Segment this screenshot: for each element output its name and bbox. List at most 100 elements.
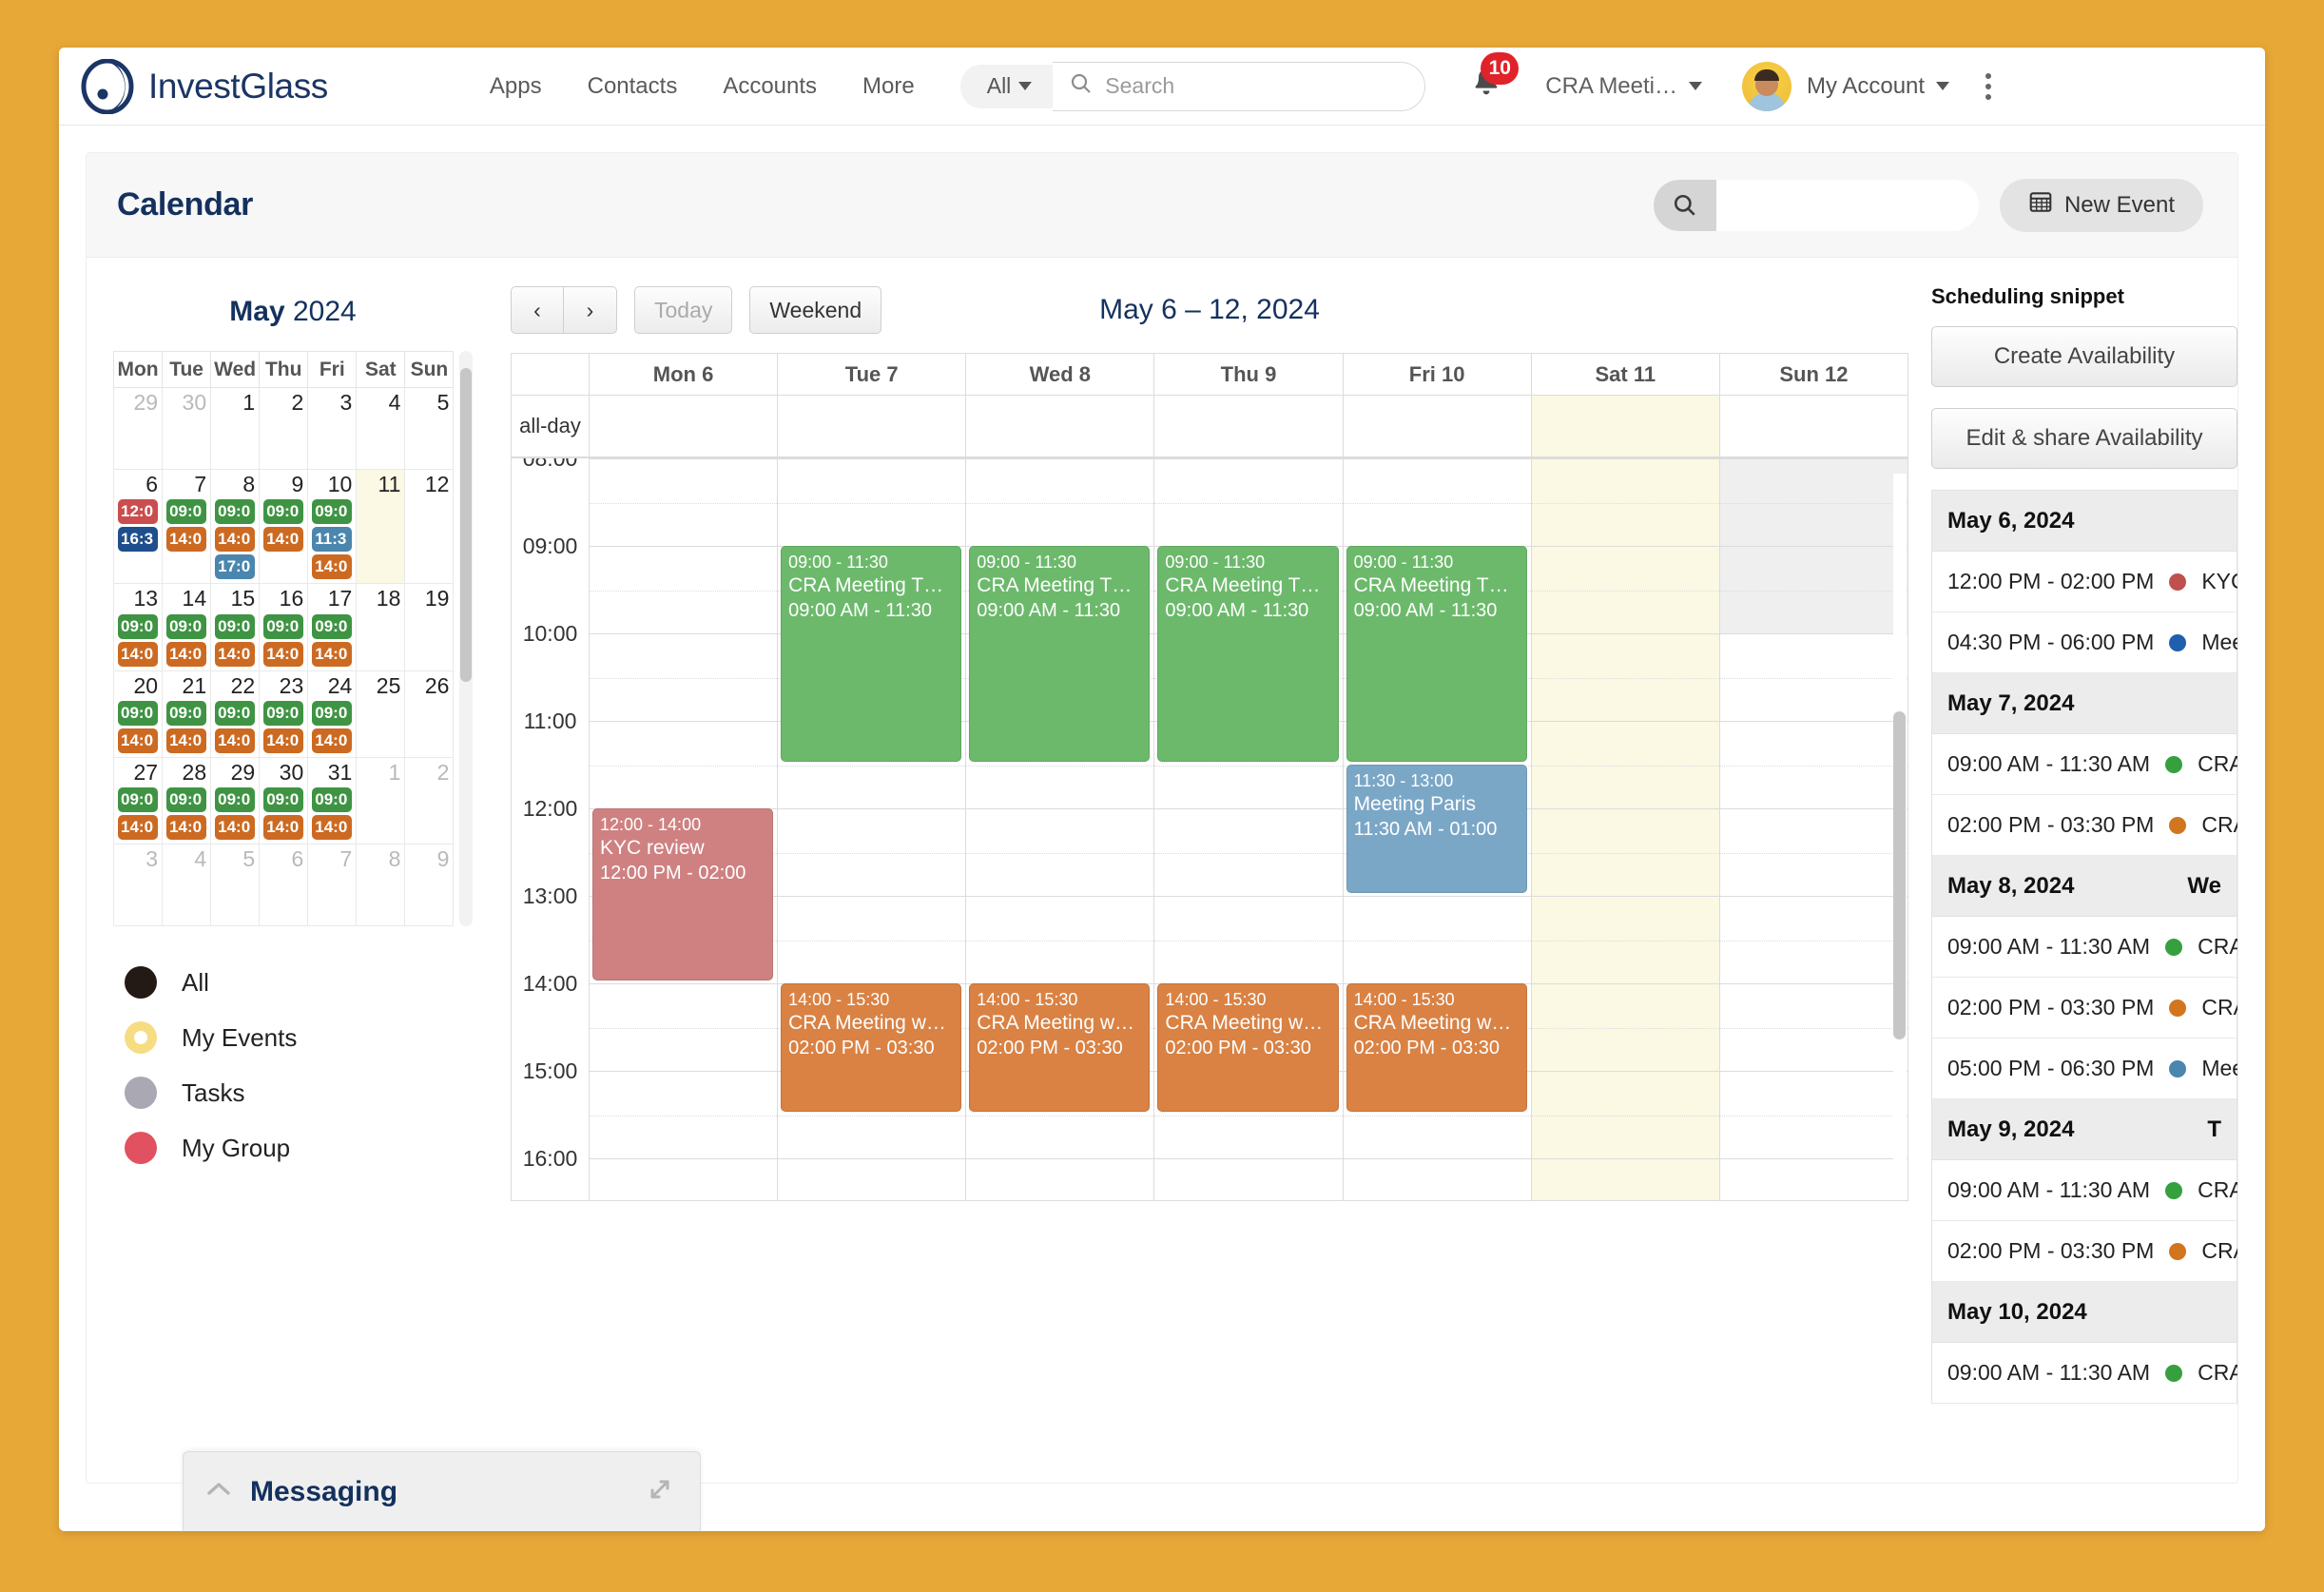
time-slot-cell[interactable] xyxy=(1344,896,1532,983)
time-slot-cell[interactable] xyxy=(778,896,966,983)
mini-calendar-event-chip[interactable]: 14:0 xyxy=(263,642,303,667)
calendar-event[interactable]: 09:00 - 11:30CRA Meeting T…09:00 AM - 11… xyxy=(969,546,1150,762)
mini-calendar-day-cell[interactable]: 1009:011:314:0 xyxy=(308,470,357,584)
time-slot-cell[interactable] xyxy=(590,983,778,1071)
mini-calendar-day-cell[interactable]: 3009:014:0 xyxy=(260,757,308,844)
mini-calendar-event-chip[interactable]: 17:0 xyxy=(215,554,255,579)
week-day-header-sun-12[interactable]: Sun 12 xyxy=(1720,354,1908,396)
mini-calendar-event-chip[interactable]: 09:0 xyxy=(263,701,303,726)
mini-calendar-day-cell[interactable]: 12 xyxy=(405,470,454,584)
scheduling-event-row[interactable]: 05:00 PM - 06:30 PMMeeting xyxy=(1932,1039,2237,1099)
mini-calendar-scrollbar[interactable] xyxy=(459,351,473,926)
time-slot-cell[interactable] xyxy=(966,458,1154,546)
search-scope-dropdown[interactable]: All xyxy=(960,65,1054,108)
calendar-event[interactable]: 11:30 - 13:00Meeting Paris11:30 AM - 01:… xyxy=(1346,765,1527,893)
mini-calendar-day-cell[interactable]: 1 xyxy=(357,757,405,844)
brand-logo-area[interactable]: InvestGlass xyxy=(80,59,328,114)
calendar-event[interactable]: 09:00 - 11:30CRA Meeting T…09:00 AM - 11… xyxy=(1157,546,1338,762)
mini-calendar-event-chip[interactable]: 14:0 xyxy=(166,728,206,753)
calendar-event[interactable]: 14:00 - 15:30CRA Meeting w…02:00 PM - 03… xyxy=(1346,983,1527,1112)
time-slot-cell[interactable] xyxy=(1344,458,1532,546)
avatar[interactable] xyxy=(1742,62,1791,111)
mini-calendar-day-cell[interactable]: 909:014:0 xyxy=(260,470,308,584)
all-day-cell[interactable] xyxy=(1720,396,1908,456)
scheduling-event-row[interactable]: 02:00 PM - 03:30 PMCRA Me xyxy=(1932,1221,2237,1282)
mini-calendar-event-chip[interactable]: 14:0 xyxy=(312,728,352,753)
mini-calendar-day-cell[interactable]: 6 xyxy=(260,845,308,926)
nav-link-accounts[interactable]: Accounts xyxy=(723,73,817,100)
week-day-header-thu-9[interactable]: Thu 9 xyxy=(1154,354,1343,396)
mini-calendar-event-chip[interactable]: 09:0 xyxy=(263,614,303,639)
mini-calendar-event-chip[interactable]: 14:0 xyxy=(263,527,303,552)
mini-calendar-day-cell[interactable]: 2309:014:0 xyxy=(260,670,308,757)
scheduling-event-row[interactable]: 04:30 PM - 06:00 PMMeeting xyxy=(1932,612,2237,673)
time-slot-cell[interactable] xyxy=(1720,896,1908,983)
messaging-dock[interactable]: Messaging xyxy=(183,1451,701,1531)
kebab-menu-icon[interactable] xyxy=(1985,73,1991,100)
mini-calendar-event-chip[interactable]: 14:0 xyxy=(215,527,255,552)
my-account-dropdown[interactable]: My Account xyxy=(1807,73,1949,100)
calendar-event[interactable]: 09:00 - 11:30CRA Meeting T…09:00 AM - 11… xyxy=(781,546,961,762)
mini-calendar-event-chip[interactable]: 09:0 xyxy=(166,499,206,524)
time-slot-cell[interactable] xyxy=(1720,721,1908,808)
mini-calendar-scroll-thumb[interactable] xyxy=(460,368,472,682)
all-day-cell[interactable] xyxy=(966,396,1154,456)
mini-calendar-day-cell[interactable]: 1 xyxy=(211,388,260,470)
nav-link-apps[interactable]: Apps xyxy=(490,73,542,100)
mini-calendar-event-chip[interactable]: 14:0 xyxy=(215,815,255,840)
new-event-button[interactable]: New Event xyxy=(2000,179,2203,232)
time-slot-cell[interactable] xyxy=(1154,896,1343,983)
time-slot-cell[interactable] xyxy=(590,546,778,633)
mini-calendar-event-chip[interactable]: 09:0 xyxy=(215,614,255,639)
mini-calendar-day-cell[interactable]: 612:016:3 xyxy=(114,470,163,584)
time-slot-cell[interactable] xyxy=(1532,633,1720,721)
mini-calendar-event-chip[interactable]: 09:0 xyxy=(118,701,158,726)
time-slot-cell[interactable] xyxy=(1720,633,1908,721)
mini-calendar-event-chip[interactable]: 14:0 xyxy=(118,728,158,753)
create-availability-button[interactable]: Create Availability xyxy=(1931,326,2237,387)
nav-link-contacts[interactable]: Contacts xyxy=(588,73,678,100)
all-day-cell[interactable] xyxy=(1532,396,1720,456)
time-slot-cell[interactable] xyxy=(778,1158,966,1200)
next-week-button[interactable]: › xyxy=(564,286,617,334)
mini-calendar-event-chip[interactable]: 14:0 xyxy=(166,815,206,840)
scheduling-event-row[interactable]: 12:00 PM - 02:00 PMKYC revi xyxy=(1932,552,2237,612)
mini-calendar-day-cell[interactable]: 1409:014:0 xyxy=(163,584,211,670)
time-slot-cell[interactable] xyxy=(1154,458,1343,546)
chevron-up-icon[interactable] xyxy=(204,1480,233,1504)
week-day-header-sat-11[interactable]: Sat 11 xyxy=(1532,354,1720,396)
time-slot-cell[interactable] xyxy=(778,458,966,546)
week-day-header-fri-10[interactable]: Fri 10 xyxy=(1344,354,1532,396)
scheduling-event-row[interactable]: 02:00 PM - 03:30 PMCRA Me xyxy=(1932,795,2237,856)
week-day-header-wed-8[interactable]: Wed 8 xyxy=(966,354,1154,396)
legend-item-my-events[interactable]: My Events xyxy=(125,1021,473,1054)
calendar-event[interactable]: 14:00 - 15:30CRA Meeting w…02:00 PM - 03… xyxy=(969,983,1150,1112)
time-slot-cell[interactable] xyxy=(1532,546,1720,633)
mini-calendar-event-chip[interactable]: 14:0 xyxy=(263,728,303,753)
mini-calendar-event-chip[interactable]: 12:0 xyxy=(118,499,158,524)
mini-calendar-day-cell[interactable]: 25 xyxy=(357,670,405,757)
time-slot-cell[interactable] xyxy=(1720,808,1908,896)
time-slot-cell[interactable] xyxy=(1720,458,1908,546)
mini-calendar-event-chip[interactable]: 14:0 xyxy=(166,642,206,667)
calendar-search-input[interactable] xyxy=(1716,180,1979,231)
mini-calendar-event-chip[interactable]: 14:0 xyxy=(215,728,255,753)
mini-calendar-event-chip[interactable]: 14:0 xyxy=(166,527,206,552)
time-slot-cell[interactable] xyxy=(590,721,778,808)
mini-calendar-event-chip[interactable]: 09:0 xyxy=(263,787,303,812)
time-slot-cell[interactable] xyxy=(1532,721,1720,808)
time-slot-cell[interactable] xyxy=(590,633,778,721)
mini-calendar-event-chip[interactable]: 09:0 xyxy=(312,787,352,812)
mini-calendar-day-cell[interactable]: 5 xyxy=(211,845,260,926)
legend-item-tasks[interactable]: Tasks xyxy=(125,1077,473,1109)
mini-calendar-day-cell[interactable]: 30 xyxy=(163,388,211,470)
time-slot-cell[interactable] xyxy=(1720,1071,1908,1158)
time-slot-cell[interactable] xyxy=(1532,808,1720,896)
all-day-cell[interactable] xyxy=(778,396,966,456)
calendar-event[interactable]: 09:00 - 11:30CRA Meeting T…09:00 AM - 11… xyxy=(1346,546,1527,762)
mini-calendar-day-cell[interactable]: 2409:014:0 xyxy=(308,670,357,757)
scheduling-event-row[interactable]: 09:00 AM - 11:30 AMCRA Me xyxy=(1932,734,2237,795)
mini-calendar-event-chip[interactable]: 16:3 xyxy=(118,527,158,552)
mini-calendar-day-cell[interactable]: 809:014:017:0 xyxy=(211,470,260,584)
calendar-event[interactable]: 14:00 - 15:30CRA Meeting w…02:00 PM - 03… xyxy=(1157,983,1338,1112)
